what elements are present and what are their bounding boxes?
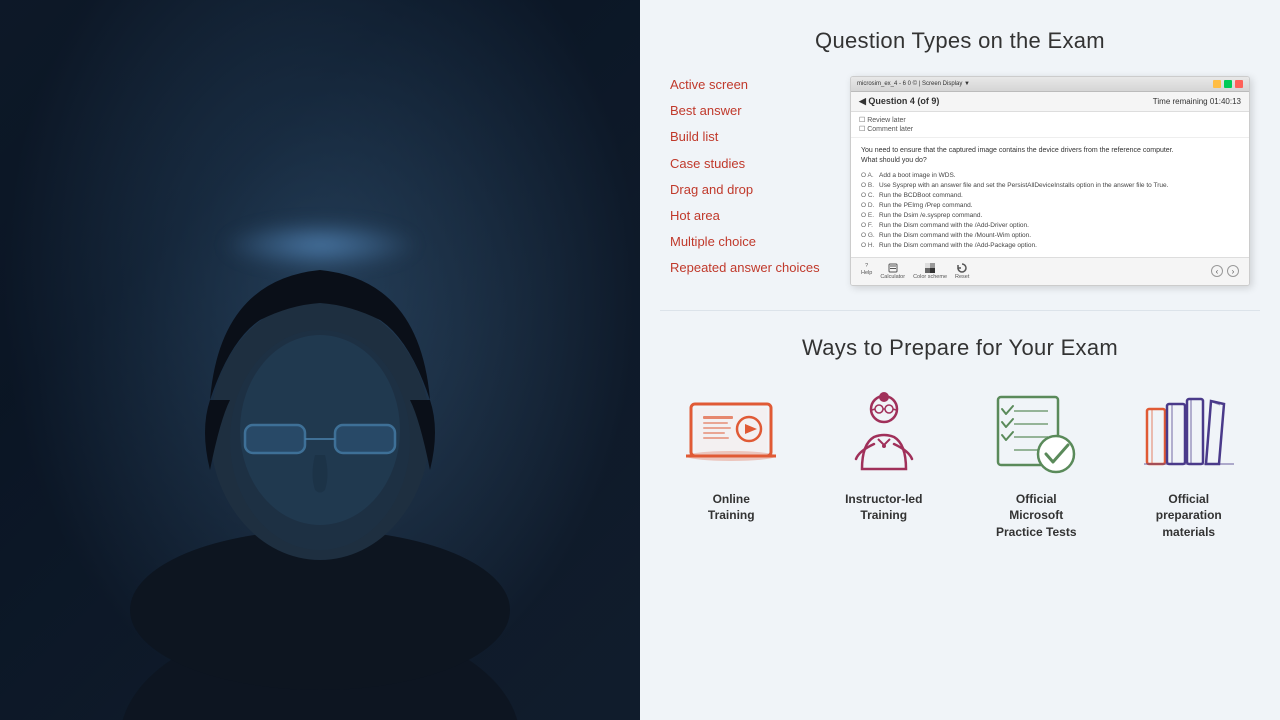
online-training-icon: [681, 389, 781, 479]
person-silhouette: [70, 120, 570, 720]
question-types-section: Question Types on the Exam Active screen…: [640, 0, 1280, 310]
option-c[interactable]: O C.Run the BCDBoot command.: [861, 192, 1239, 199]
practice-tests-icon: [986, 389, 1086, 479]
question-types-title: Question Types on the Exam: [670, 28, 1250, 54]
question-types-links: Active screen Best answer Build list Cas…: [670, 76, 830, 278]
instructor-led-icon: [834, 389, 934, 479]
question-number: ◀ Question 4 (of 9): [859, 96, 939, 107]
exam-checkboxes: ☐ Review later ☐ Comment later: [851, 112, 1249, 138]
comment-later-checkbox[interactable]: ☐ Comment later: [859, 125, 1241, 133]
qt-link-repeated-answer[interactable]: Repeated answer choices: [670, 259, 830, 277]
qt-link-best-answer[interactable]: Best answer: [670, 102, 830, 120]
question-text: You need to ensure that the captured ima…: [861, 146, 1239, 166]
help-icon-btn[interactable]: ?Help: [861, 263, 872, 280]
reset-icon-btn[interactable]: Reset: [955, 263, 969, 280]
color-scheme-icon-btn[interactable]: Color scheme: [913, 263, 947, 280]
ways-to-prepare-section: Ways to Prepare for Your Exam: [640, 311, 1280, 720]
exam-timer: Time remaining 01:40:13: [1153, 97, 1241, 106]
minimize-btn[interactable]: [1213, 80, 1221, 88]
hero-image-panel: [0, 0, 640, 720]
option-f[interactable]: O F.Run the Dism command with the /Add-D…: [861, 222, 1239, 229]
exam-options: O A.Add a boot image in WDS. O B.Use Sys…: [861, 172, 1239, 249]
exam-preview: microsim_ex_4 - 6 0 © | Screen Display ▼…: [850, 76, 1250, 286]
close-btn[interactable]: [1235, 80, 1243, 88]
prepare-item-instructor: Instructor-ledTraining: [813, 389, 956, 525]
online-training-label: OnlineTraining: [708, 491, 755, 525]
option-h[interactable]: O H.Run the Dism command with the /Add-P…: [861, 242, 1239, 249]
option-g[interactable]: O G.Run the Dism command with the /Mount…: [861, 232, 1239, 239]
previous-btn[interactable]: ‹: [1211, 265, 1223, 277]
right-panel: Question Types on the Exam Active screen…: [640, 0, 1280, 720]
exam-nav-buttons: ‹ ›: [1211, 265, 1239, 277]
next-btn[interactable]: ›: [1227, 265, 1239, 277]
exam-body: You need to ensure that the captured ima…: [851, 138, 1249, 257]
qt-link-hot-area[interactable]: Hot area: [670, 207, 830, 225]
question-types-content: Active screen Best answer Build list Cas…: [670, 76, 1250, 286]
preparation-materials-icon: [1139, 389, 1239, 479]
exam-header: ◀ Question 4 (of 9) Time remaining 01:40…: [851, 92, 1249, 112]
practice-tests-label: OfficialMicrosoftPractice Tests: [996, 491, 1077, 541]
prepare-item-practice: OfficialMicrosoftPractice Tests: [965, 389, 1108, 541]
prepare-item-online: OnlineTraining: [660, 389, 803, 525]
window-controls: [1213, 80, 1243, 88]
option-d[interactable]: O D.Run the PEImg /Prep command.: [861, 202, 1239, 209]
exam-footer-icons: ?Help Calculator Color scheme Reset: [861, 263, 969, 280]
exam-titlebar: microsim_ex_4 - 6 0 © | Screen Display ▼: [851, 77, 1249, 92]
qt-link-case-studies[interactable]: Case studies: [670, 155, 830, 173]
option-b[interactable]: O B.Use Sysprep with an answer file and …: [861, 182, 1239, 189]
option-e[interactable]: O E.Run the Dsim /e.sysprep command.: [861, 212, 1239, 219]
qt-link-drag-drop[interactable]: Drag and drop: [670, 181, 830, 199]
maximize-btn[interactable]: [1224, 80, 1232, 88]
option-a[interactable]: O A.Add a boot image in WDS.: [861, 172, 1239, 179]
exam-titlebar-text: microsim_ex_4 - 6 0 © | Screen Display ▼: [857, 81, 970, 87]
prepare-item-materials: Officialpreparationmaterials: [1118, 389, 1261, 541]
prepare-title: Ways to Prepare for Your Exam: [660, 335, 1260, 361]
qt-link-active-screen[interactable]: Active screen: [670, 76, 830, 94]
review-later-checkbox[interactable]: ☐ Review later: [859, 116, 1241, 124]
instructor-led-label: Instructor-ledTraining: [845, 491, 922, 525]
exam-footer: ?Help Calculator Color scheme Reset: [851, 257, 1249, 285]
calculator-icon-btn[interactable]: Calculator: [880, 263, 905, 280]
qt-link-multiple-choice[interactable]: Multiple choice: [670, 233, 830, 251]
qt-link-build-list[interactable]: Build list: [670, 128, 830, 146]
preparation-materials-label: Officialpreparationmaterials: [1156, 491, 1222, 541]
prepare-items: OnlineTraining: [660, 389, 1260, 541]
